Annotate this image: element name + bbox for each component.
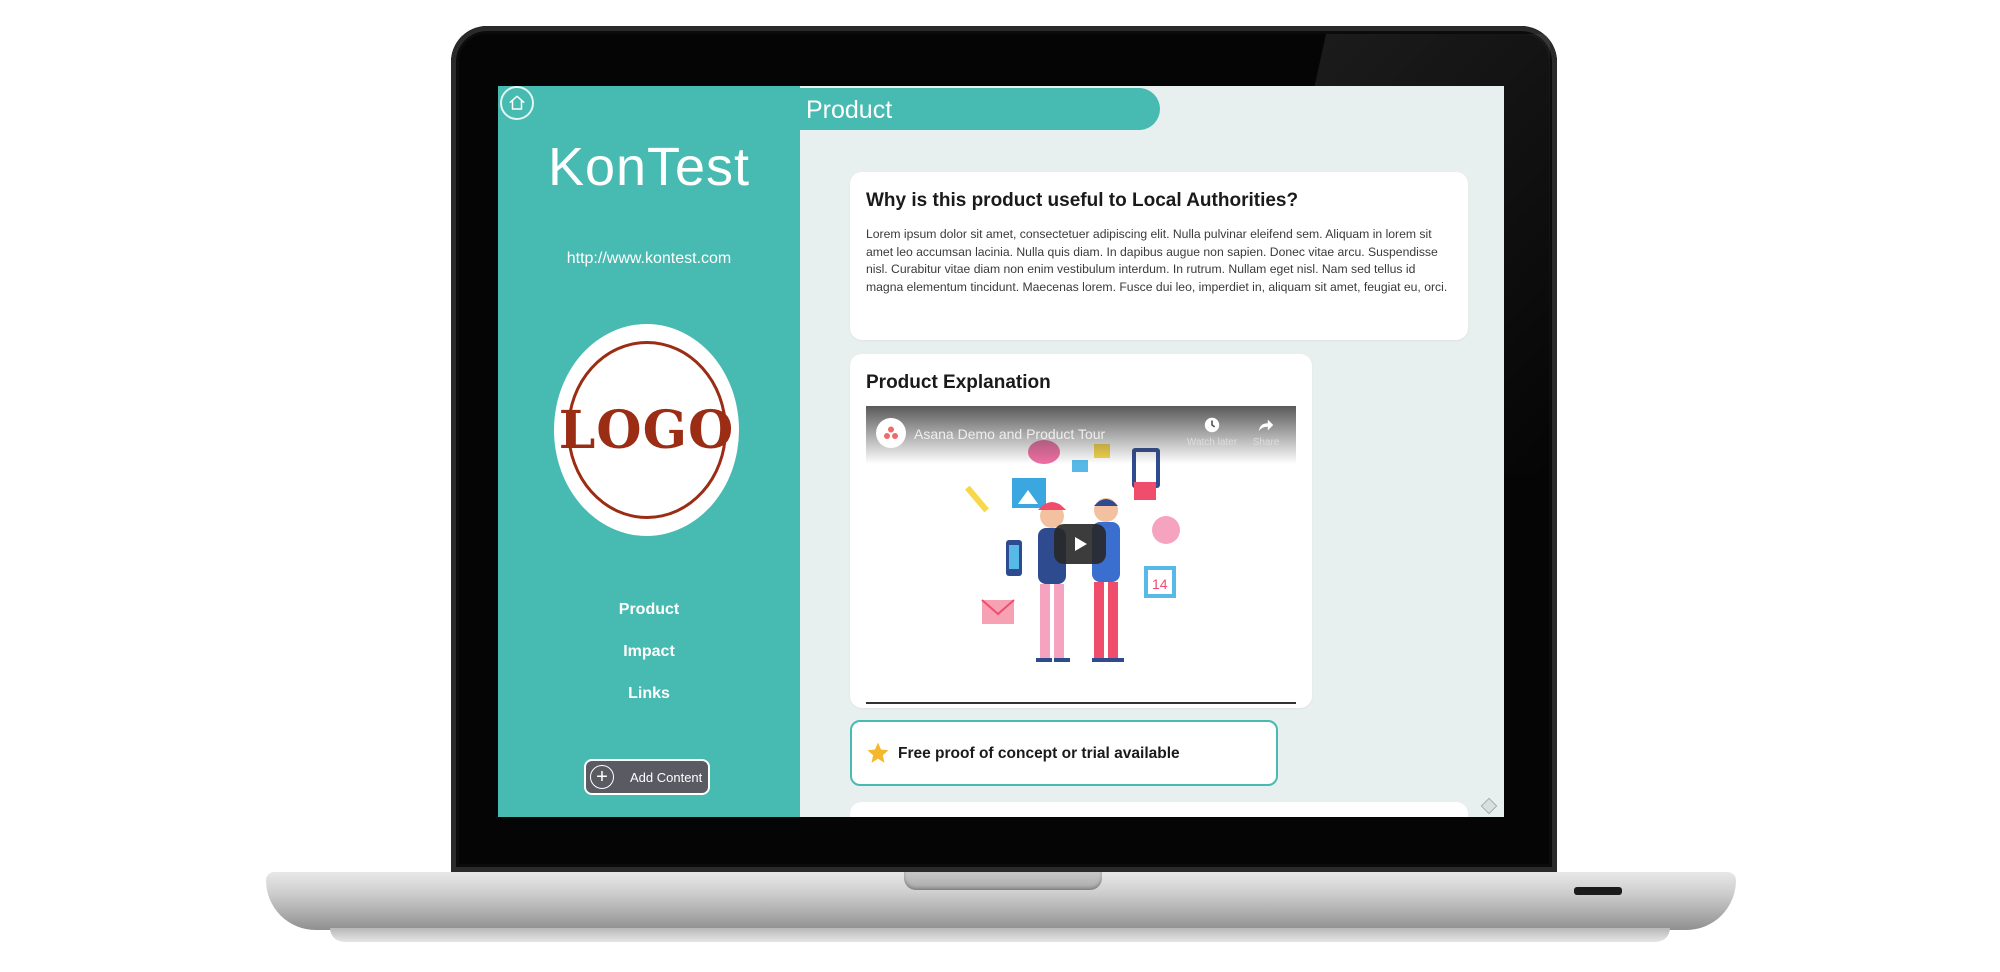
next-card <box>850 802 1468 817</box>
sidebar-item-product[interactable]: Product <box>498 601 800 619</box>
watch-later-label: Watch later <box>1186 437 1238 448</box>
watch-later-button[interactable]: Watch later <box>1184 416 1240 448</box>
logo-text: LOGO <box>558 399 735 461</box>
add-content-button[interactable]: + Add Content <box>584 759 710 795</box>
page-header: Product <box>800 88 1160 130</box>
why-card: Why is this product useful to Local Auth… <box>850 172 1468 340</box>
play-icon <box>1075 537 1087 551</box>
star-icon <box>867 742 889 763</box>
brand-url[interactable]: http://www.kontest.com <box>498 250 800 268</box>
home-button[interactable] <box>500 86 534 120</box>
video-divider <box>866 702 1296 704</box>
sidebar: KonTest http://www.kontest.com LOGO Prod… <box>498 86 800 817</box>
trial-text: Free proof of concept or trial available <box>898 745 1180 762</box>
share-button[interactable]: Share <box>1238 416 1294 448</box>
logo-ring: LOGO <box>559 341 733 519</box>
clock-icon <box>1204 417 1220 433</box>
explanation-card: Product Explanation 14 Asana Demo and Pr… <box>850 354 1312 708</box>
why-card-body: Lorem ipsum dolor sit amet, consectetuer… <box>866 227 1448 294</box>
share-icon <box>1258 419 1274 432</box>
home-icon <box>509 95 525 110</box>
main-content: Product Why is this product useful to Lo… <box>800 86 1504 817</box>
why-card-title: Why is this product useful to Local Auth… <box>866 190 1299 211</box>
laptop-base-shadow <box>330 928 1670 942</box>
trial-badge: Free proof of concept or trial available <box>850 720 1278 786</box>
play-button[interactable] <box>1054 524 1106 564</box>
plus-circle-icon: + <box>590 765 614 789</box>
edit-icon[interactable] <box>1480 797 1498 815</box>
asana-logo-icon[interactable] <box>876 418 906 448</box>
logo: LOGO <box>554 324 739 536</box>
video-title[interactable]: Asana Demo and Product Tour <box>914 426 1105 442</box>
brand-name: KonTest <box>547 137 751 197</box>
calendar-number: 14 <box>1152 576 1168 592</box>
video-player[interactable]: 14 Asana Demo and Product Tour Watch lat… <box>866 406 1296 686</box>
sidebar-item-links[interactable]: Links <box>498 685 800 703</box>
explanation-card-title: Product Explanation <box>866 372 1051 393</box>
laptop-notch <box>904 872 1102 890</box>
page-title: Product <box>806 96 893 124</box>
sidebar-item-impact[interactable]: Impact <box>498 643 800 661</box>
add-content-label: Add Content <box>630 769 703 785</box>
share-label: Share <box>1252 437 1280 448</box>
app-screen: KonTest http://www.kontest.com LOGO Prod… <box>498 86 1504 817</box>
laptop-led <box>1574 887 1622 895</box>
